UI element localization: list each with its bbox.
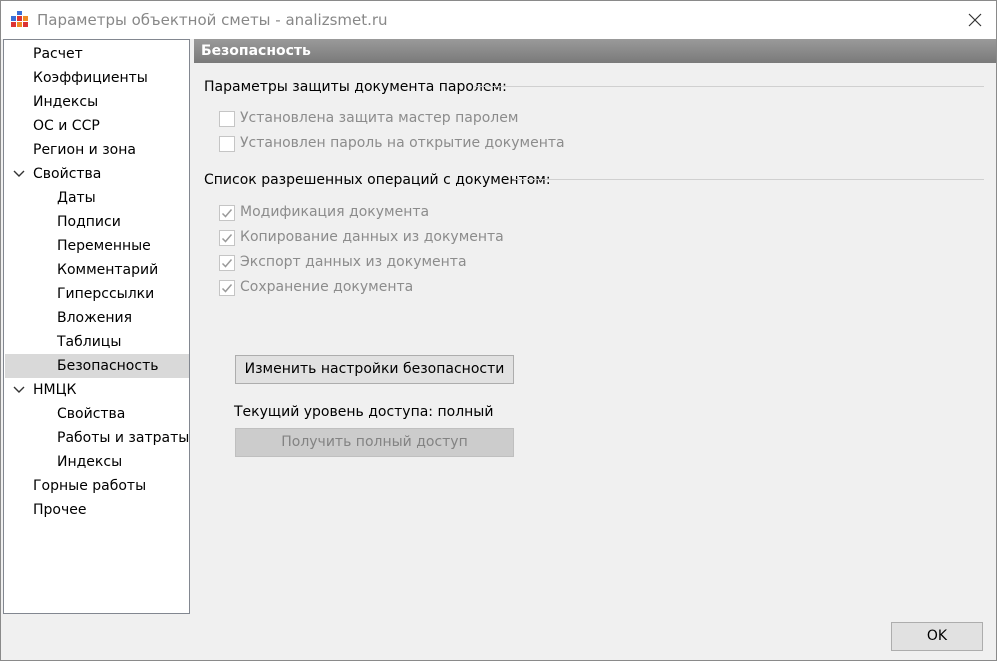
tree-item-prochee[interactable]: Прочее (5, 498, 189, 522)
tree-item-gornye-raboty[interactable]: Горные работы (5, 474, 189, 498)
dialog-window: Параметры объектной сметы - analizsmet.r… (0, 0, 997, 661)
group-divider (474, 86, 984, 87)
panel-header: Безопасность (194, 39, 996, 63)
tree-item-indeksy[interactable]: Индексы (5, 90, 189, 114)
tree-item-nmck-indeksy[interactable]: Индексы (5, 450, 189, 474)
checkbox[interactable] (219, 280, 235, 296)
tree-item-svojstva[interactable]: Свойства (5, 162, 189, 186)
tree-item-vlozheniya[interactable]: Вложения (5, 306, 189, 330)
tree-item-nmck-svojstva[interactable]: Свойства (5, 402, 189, 426)
tree-item-podpisi[interactable]: Подписи (5, 210, 189, 234)
checkbox[interactable] (219, 255, 235, 271)
tree-item-os-i-ssr[interactable]: ОС и ССР (5, 114, 189, 138)
tree-item-bezopasnost[interactable]: Безопасность (5, 354, 189, 378)
tree-item-peremennye[interactable]: Переменные (5, 234, 189, 258)
operations-group-title: Список разрешенных операций с документом… (204, 172, 551, 188)
tree-item-koefficienty[interactable]: Коэффициенты (5, 66, 189, 90)
window-title: Параметры объектной сметы - analizsmet.r… (37, 11, 388, 29)
chevron-down-icon[interactable] (13, 385, 25, 395)
access-level-text: Текущий уровень доступа: полный (234, 404, 494, 420)
tree-item-giperssylki[interactable]: Гиперссылки (5, 282, 189, 306)
checkbox[interactable] (219, 111, 235, 127)
tree-item-nmck[interactable]: НМЦК (5, 378, 189, 402)
chevron-down-icon[interactable] (13, 169, 25, 179)
close-icon (968, 13, 982, 27)
checkmark-icon (221, 209, 233, 218)
checkmark-icon (221, 259, 233, 268)
group-divider (514, 179, 984, 180)
tree-item-daty[interactable]: Даты (5, 186, 189, 210)
app-grid-icon (11, 11, 28, 27)
tree-item-tablicy[interactable]: Таблицы (5, 330, 189, 354)
tree-item-raboty-i-zatraty[interactable]: Работы и затраты (5, 426, 189, 450)
security-panel: Безопасность Параметры защиты документа … (194, 39, 996, 613)
change-security-button[interactable]: Изменить настройки безопасности (235, 355, 514, 384)
checkbox[interactable] (219, 136, 235, 152)
get-full-access-button[interactable]: Получить полный доступ (235, 428, 514, 457)
tree-item-region-i-zona[interactable]: Регион и зона (5, 138, 189, 162)
settings-tree[interactable]: Расчет Коэффициенты Индексы ОС и ССР Рег… (3, 39, 190, 614)
close-button[interactable] (958, 5, 992, 35)
tree-item-kommentarij[interactable]: Комментарий (5, 258, 189, 282)
checkmark-icon (221, 234, 233, 243)
password-group-title: Параметры защиты документа паролем: (204, 79, 507, 95)
ok-button[interactable]: OK (891, 622, 983, 651)
panel-title: Безопасность (201, 43, 311, 59)
checkbox[interactable] (219, 205, 235, 221)
tree-item-raschet[interactable]: Расчет (5, 42, 189, 66)
checkbox[interactable] (219, 230, 235, 246)
checkmark-icon (221, 284, 233, 293)
title-bar[interactable]: Параметры объектной сметы - analizsmet.r… (1, 1, 996, 39)
